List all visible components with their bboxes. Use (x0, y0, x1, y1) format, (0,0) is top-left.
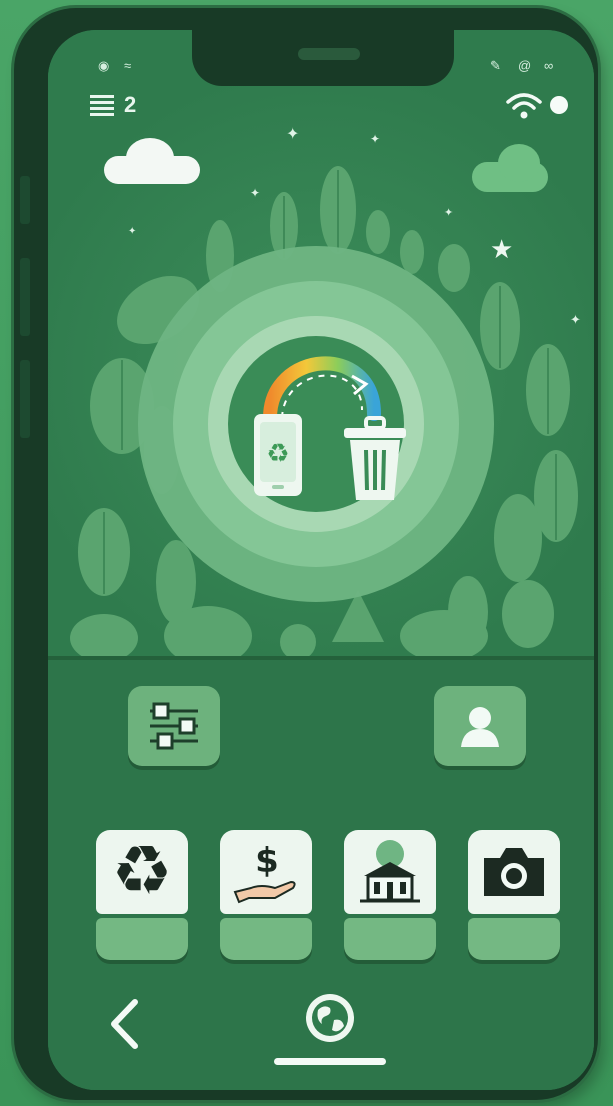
recycle-tile[interactable]: ♻ (96, 830, 188, 960)
eye-icon: ◉ (98, 58, 110, 73)
recycle-tile-label-area (96, 918, 188, 960)
volume-down-button (20, 360, 30, 438)
rewards-tile[interactable]: $ (220, 830, 312, 960)
rewards-tile-icon-area: $ (220, 830, 312, 914)
scan-tile[interactable] (468, 830, 560, 960)
globe-icon (312, 1000, 348, 1036)
building-icon (360, 840, 420, 903)
locations-tile-label-area (344, 918, 436, 960)
rewards-tile-label-area (220, 918, 312, 960)
at-icon: @ (518, 58, 532, 73)
filter-settings-button[interactable] (128, 686, 220, 766)
recycle-tile-icon-area: ♻ (96, 830, 188, 914)
link-icon: ∞ (544, 58, 554, 73)
sliders-icon (150, 702, 198, 750)
volume-up-button (20, 258, 30, 336)
locations-tile[interactable] (344, 830, 436, 960)
wifi-icon (504, 90, 544, 125)
home-indicator[interactable] (274, 1058, 386, 1065)
user-icon (461, 707, 499, 747)
scan-tile-icon-area (468, 830, 560, 914)
svg-text:♻: ♻ (266, 439, 289, 469)
phone-frame: ✦ ✦ ✦ ✦ ✦ ★ ✦ ♻ ◉ ≈ ✎ @ ∞ 2 ♻ $ (14, 8, 598, 1100)
chevron-left-icon (111, 999, 138, 1049)
screen: ✦ ✦ ✦ ✦ ✦ ★ ✦ ♻ ◉ ≈ ✎ @ ∞ 2 ♻ $ (48, 30, 594, 1090)
back-button[interactable] (102, 996, 146, 1052)
recycle-icon: ♻ (111, 832, 173, 911)
dollar-hand-icon: $ (233, 841, 296, 904)
camera-icon (484, 848, 544, 896)
svg-text:$: $ (255, 841, 279, 881)
home-button[interactable] (306, 994, 354, 1042)
speaker (298, 48, 360, 60)
pen-icon: ✎ (490, 58, 501, 73)
menu-icon[interactable] (90, 94, 116, 121)
profile-button[interactable] (434, 686, 526, 766)
notch (192, 30, 454, 86)
locations-tile-icon-area (344, 830, 436, 914)
battery-dot-icon (550, 96, 568, 114)
notification-count: 2 (124, 92, 137, 117)
side-button (20, 176, 30, 224)
scan-tile-label-area (468, 918, 560, 960)
signal-icon: ≈ (124, 58, 132, 73)
